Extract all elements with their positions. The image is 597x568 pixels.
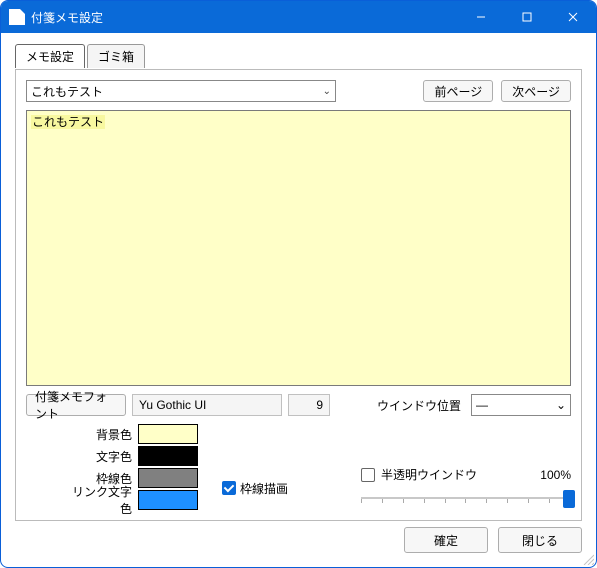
memo-preview[interactable]: これもテスト [26, 110, 571, 386]
opacity-block: 半透明ウインドウ 100% [361, 466, 571, 510]
memo-preview-text: これもテスト [31, 115, 105, 129]
prev-page-button[interactable]: 前ページ [423, 80, 493, 102]
client-area: メモ設定 ゴミ箱 これもテスト ⌄ 前ページ 次ページ これもテスト 付箋メモフ… [1, 33, 596, 567]
link-color-label: リンク文字色 [66, 483, 136, 517]
text-color-label: 文字色 [66, 448, 136, 465]
maximize-button[interactable] [504, 1, 550, 33]
translucent-checkbox[interactable] [361, 468, 375, 482]
minimize-button[interactable] [458, 1, 504, 33]
next-page-button[interactable]: 次ページ [501, 80, 571, 102]
tab-memo-settings[interactable]: メモ設定 [15, 44, 85, 68]
window-title: 付箋メモ設定 [31, 9, 103, 26]
tab-label: メモ設定 [26, 50, 74, 64]
translucent-label: 半透明ウインドウ [381, 466, 477, 483]
text-color-swatch[interactable] [138, 446, 198, 466]
tab-strip: メモ設定 ゴミ箱 [15, 43, 582, 67]
settings-panel: これもテスト ⌄ 前ページ 次ページ これもテスト 付箋メモフォント Yu Go… [15, 69, 582, 521]
window-position-select[interactable]: ― ⌄ [471, 394, 571, 416]
resize-grip-icon[interactable] [582, 553, 594, 565]
border-draw-label: 枠線描画 [240, 480, 288, 497]
bg-color-label: 背景色 [66, 426, 136, 443]
slider-thumb[interactable] [563, 490, 575, 508]
font-size-display: 9 [288, 394, 330, 416]
window-position-value: ― [476, 398, 488, 412]
close-button[interactable] [550, 1, 596, 33]
tab-trash[interactable]: ゴミ箱 [87, 44, 145, 68]
dialog-footer: 確定 閉じる [15, 521, 582, 553]
border-draw-option[interactable]: 枠線描画 [222, 466, 288, 510]
app-window: 付箋メモ設定 メモ設定 ゴミ箱 これもテスト ⌄ 前ページ 次ページ [0, 0, 597, 568]
color-settings: 背景色 文字色 枠線色 リンク文字色 [66, 424, 198, 510]
close-dialog-button[interactable]: 閉じる [498, 527, 582, 553]
window-position-label: ウインドウ位置 [377, 397, 465, 414]
document-icon [9, 9, 25, 25]
opacity-slider[interactable] [361, 489, 571, 509]
memo-selector[interactable]: これもテスト ⌄ [26, 80, 336, 102]
link-color-swatch[interactable] [138, 490, 198, 510]
tab-label: ゴミ箱 [98, 50, 134, 64]
chevron-down-icon: ⌄ [323, 86, 331, 97]
font-name-display: Yu Gothic UI [132, 394, 282, 416]
border-color-swatch[interactable] [138, 468, 198, 488]
ok-button[interactable]: 確定 [404, 527, 488, 553]
slider-ticks [361, 499, 571, 503]
titlebar[interactable]: 付箋メモ設定 [1, 1, 596, 33]
opacity-value: 100% [540, 468, 571, 482]
chevron-down-icon: ⌄ [556, 398, 566, 412]
border-draw-checkbox[interactable] [222, 481, 236, 495]
memo-selector-value: これもテスト [31, 83, 103, 100]
font-button[interactable]: 付箋メモフォント [26, 394, 126, 416]
bg-color-swatch[interactable] [138, 424, 198, 444]
